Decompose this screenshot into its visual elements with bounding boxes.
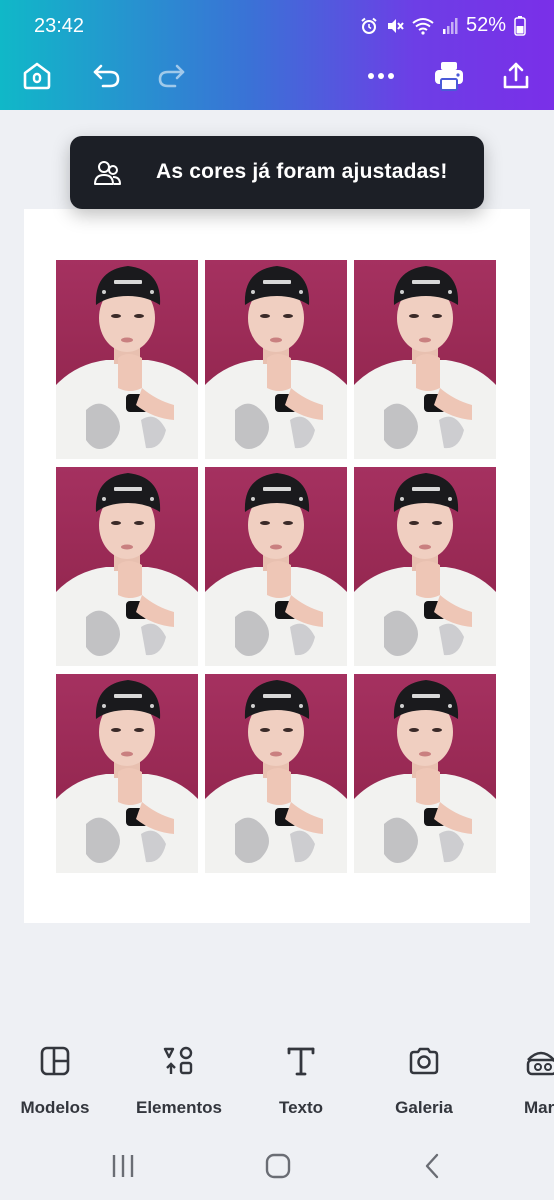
tool-modelos[interactable]: Modelos [0, 1044, 110, 1124]
home-nav-icon [265, 1153, 291, 1179]
brand-icon [526, 1051, 554, 1076]
print-icon [435, 62, 463, 91]
redo-icon [158, 64, 185, 88]
android-nav-bar [0, 1130, 554, 1200]
back-button[interactable] [413, 1146, 453, 1186]
share-button[interactable] [496, 56, 536, 96]
tool-label: Elementos [136, 1098, 222, 1117]
camera-icon [409, 1047, 439, 1075]
print-button[interactable] [429, 56, 469, 96]
tool-marca[interactable]: Mar [494, 1044, 554, 1124]
editor-toolbar [0, 52, 554, 110]
tool-label: Mar [524, 1098, 554, 1117]
photo-grid [56, 260, 496, 873]
redo-button[interactable] [152, 56, 192, 96]
bottom-toolbar: Modelos Elementos Texto Galeria Mar [0, 1030, 554, 1130]
undo-icon [93, 64, 120, 88]
photo-9[interactable] [354, 674, 496, 873]
home-icon [23, 62, 51, 90]
photo-5[interactable] [205, 467, 347, 666]
more-button[interactable] [361, 56, 401, 96]
wifi-icon [412, 17, 434, 35]
recent-apps-button[interactable] [103, 1146, 143, 1186]
photo-1[interactable] [56, 260, 198, 459]
photo-7[interactable] [56, 674, 198, 873]
app-header: 23:42 52% [0, 0, 554, 110]
tool-label: Texto [278, 1098, 324, 1117]
templates-icon [40, 1046, 70, 1076]
photo-8[interactable] [205, 674, 347, 873]
status-icons: 52% [360, 14, 526, 37]
recent-apps-icon [112, 1155, 134, 1177]
photo-2[interactable] [205, 260, 347, 459]
elements-icon [163, 1046, 193, 1075]
back-icon [425, 1153, 439, 1179]
tool-texto[interactable]: Texto [246, 1044, 356, 1124]
tool-label: Galeria [395, 1098, 453, 1117]
home-nav-button[interactable] [258, 1146, 298, 1186]
tool-label: Modelos [20, 1098, 90, 1117]
photo-4[interactable] [56, 467, 198, 666]
share-icon [503, 62, 529, 89]
more-icon [368, 73, 394, 79]
tool-galeria[interactable]: Galeria [369, 1044, 479, 1124]
home-button[interactable] [17, 56, 57, 96]
text-icon [287, 1047, 315, 1076]
mute-icon [386, 17, 404, 35]
battery-icon [514, 15, 526, 36]
status-time: 23:42 [34, 15, 85, 37]
toast-notification: As cores já foram ajustadas! [70, 136, 484, 209]
status-bar: 23:42 52% [0, 0, 554, 52]
design-page[interactable] [24, 209, 530, 923]
people-icon [92, 158, 122, 193]
photo-3[interactable] [354, 260, 496, 459]
signal-icon [442, 17, 458, 35]
alarm-icon [360, 17, 378, 35]
photo-6[interactable] [354, 467, 496, 666]
undo-button[interactable] [86, 56, 126, 96]
toast-message: As cores já foram ajustadas! [156, 160, 448, 183]
tool-elementos[interactable]: Elementos [124, 1044, 234, 1124]
battery-percent: 52% [465, 14, 506, 36]
